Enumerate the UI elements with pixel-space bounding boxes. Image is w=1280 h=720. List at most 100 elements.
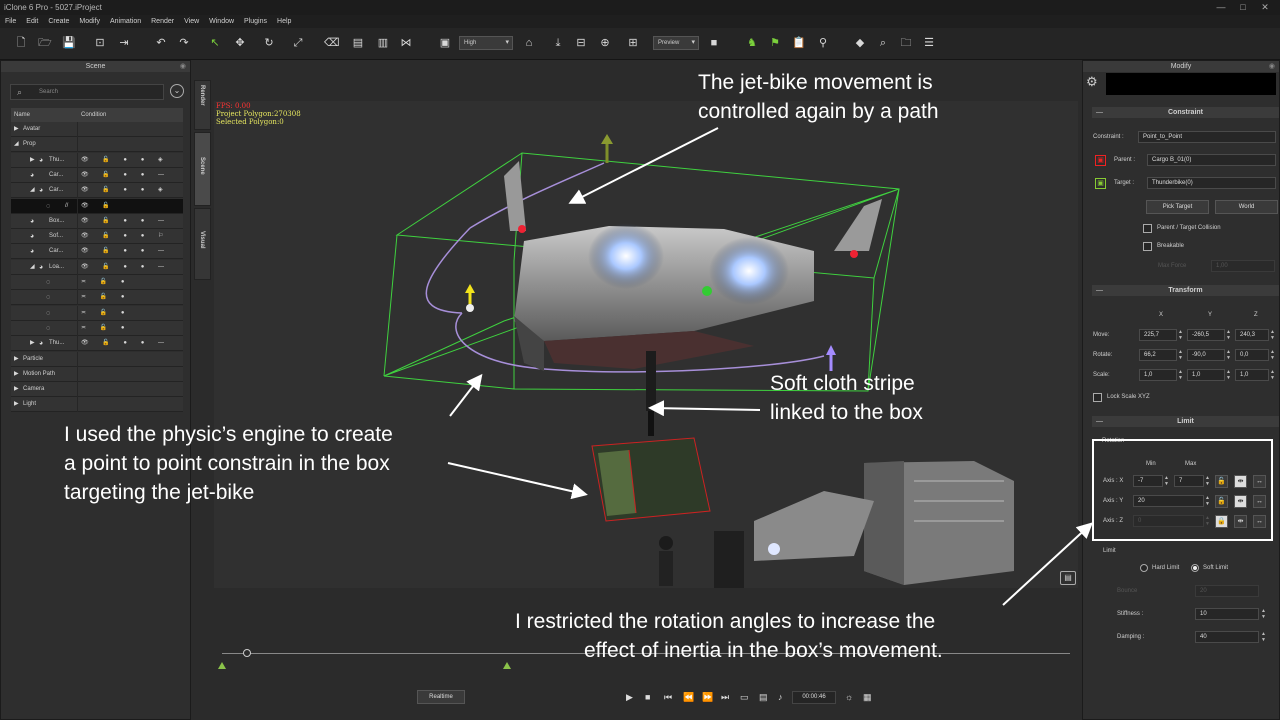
camera-down-icon[interactable]: ⤓ — [551, 36, 565, 50]
redo-icon[interactable]: ↷ — [177, 36, 191, 50]
marker-icon[interactable]: ◆ — [853, 36, 867, 50]
maximize-button[interactable]: □ — [1232, 1, 1254, 13]
expand-arrow-icon[interactable]: ▶ — [14, 352, 19, 367]
end-marker-icon[interactable] — [503, 662, 511, 669]
move-icon[interactable]: ✥ — [233, 36, 247, 50]
menu-modify[interactable]: Modify — [74, 18, 105, 25]
subtitle-icon[interactable]: ▤ — [759, 692, 768, 703]
menu-window[interactable]: Window — [204, 18, 239, 25]
menu-render[interactable]: Render — [146, 18, 179, 25]
scene-tree-row[interactable]: ◌ // 👁 🔓 — [11, 198, 183, 214]
camera-frame-icon[interactable]: ⊟ — [574, 36, 588, 50]
move-z-field[interactable]: 240,3 — [1235, 329, 1269, 341]
save-icon[interactable]: 💾 — [62, 36, 76, 50]
timeline-handle[interactable] — [243, 649, 251, 657]
bounce-field[interactable]: 20 — [1195, 585, 1259, 597]
panel-icon[interactable]: ▦ — [863, 692, 872, 703]
distribute-icon[interactable]: ▥ — [376, 36, 390, 50]
minimize-button[interactable]: — — [1210, 1, 1232, 13]
max-force-field[interactable]: 1,00 — [1211, 260, 1275, 272]
chevron-down-icon[interactable]: ⌄ — [170, 84, 184, 98]
preview-dropdown[interactable]: Preview — [653, 36, 699, 50]
scene-tree-row[interactable]: ▶ ◕ Thu... 👁 🔓 ● ● — — [11, 336, 183, 352]
sliders-icon[interactable]: ⚙ — [1086, 74, 1098, 90]
expand-arrow-icon[interactable]: ▶ — [14, 382, 19, 397]
start-marker-icon[interactable] — [218, 662, 226, 669]
condition-icons[interactable]: ≍ 🔓 ● — [81, 321, 130, 336]
video-camera-icon[interactable]: ■ — [707, 36, 721, 50]
condition-icons[interactable]: 👁 🔓 ● ● — — [81, 168, 170, 183]
move-x-field[interactable]: 225,7 — [1139, 329, 1177, 341]
sun-icon[interactable]: ☼ — [845, 692, 853, 702]
condition-icons[interactable]: ≍ 🔓 ● — [81, 275, 130, 290]
close-button[interactable]: ✕ — [1254, 1, 1276, 13]
menu-edit[interactable]: Edit — [21, 18, 43, 25]
scale-icon[interactable]: ⤢ — [291, 36, 305, 50]
transform-section-header[interactable]: — Transform — [1092, 285, 1279, 296]
breakable-checkbox[interactable] — [1143, 242, 1152, 251]
expand-arrow-icon[interactable]: ▶ — [30, 336, 35, 351]
stop-icon[interactable]: ■ — [645, 692, 650, 702]
clipboard-icon[interactable]: 📋 — [792, 36, 806, 50]
expand-arrow-icon[interactable]: ▶ — [14, 367, 19, 382]
menu-create[interactable]: Create — [43, 18, 74, 25]
export-icon[interactable]: ⇥ — [117, 36, 131, 50]
tab-visual[interactable]: Visual — [194, 208, 211, 280]
condition-icons[interactable]: 👁 🔓 — [81, 199, 116, 214]
scale-z-field[interactable]: 1,0 — [1235, 369, 1269, 381]
rotate-z-field[interactable]: 0,0 — [1235, 349, 1269, 361]
viewport-layout-icon[interactable]: ▣ — [438, 36, 452, 50]
stepper-icon[interactable]: ▲ ▼ — [1177, 329, 1184, 341]
scene-tree-row[interactable]: ▶ Camera — [11, 382, 183, 398]
home-camera-icon[interactable]: ⌂ — [522, 36, 536, 50]
constraint-type-field[interactable]: Point_to_Point — [1138, 131, 1276, 143]
expand-arrow-icon[interactable]: ◢ — [14, 137, 19, 152]
stiffness-field[interactable]: 10 — [1195, 608, 1259, 620]
stepper-icon[interactable]: ▲ ▼ — [1177, 369, 1184, 381]
pick-target-button[interactable]: Pick Target — [1146, 200, 1209, 214]
stepper-icon[interactable]: ▲ ▼ — [1260, 631, 1267, 643]
condition-icons[interactable]: 👁 🔓 ● ● — — [81, 260, 170, 275]
camera-zoom-icon[interactable]: ⊞ — [626, 36, 640, 50]
align-icon[interactable]: ▤ — [351, 36, 365, 50]
condition-icons[interactable]: 👁 🔓 ● ● ◈ — [81, 153, 169, 168]
stepper-icon[interactable]: ▲ ▼ — [1269, 349, 1276, 361]
time-display[interactable]: 00:00:46 — [792, 691, 836, 704]
scene-tree-row[interactable]: ◢ Prop — [11, 137, 183, 153]
scene-tree-row[interactable]: ◌ ≍ 🔓 ● — [11, 275, 183, 290]
scene-tree-row[interactable]: ▶ ◕ Thu... 👁 🔓 ● ● ◈ — [11, 152, 183, 168]
loop-icon[interactable]: ▭ — [740, 692, 749, 703]
scene-search-input[interactable]: ⌕ Search — [10, 84, 164, 100]
stepper-icon[interactable]: ▲ ▼ — [1225, 329, 1232, 341]
last-frame-icon[interactable]: ⏭ — [721, 692, 729, 703]
chat-icon[interactable]: ▤ — [1060, 571, 1076, 585]
condition-icons[interactable]: 👁 🔓 ● ● — — [81, 244, 170, 259]
play-icon[interactable]: ▶ — [626, 692, 633, 703]
move-y-field[interactable]: -260,5 — [1187, 329, 1225, 341]
stepper-icon[interactable]: ▲ ▼ — [1269, 329, 1276, 341]
scene-tree-row[interactable]: ◢ ◕ Car... 👁 🔓 ● ● ◈ — [11, 183, 183, 199]
link-icon[interactable]: ⚲ — [816, 36, 830, 50]
scale-y-field[interactable]: 1,0 — [1187, 369, 1225, 381]
expand-arrow-icon[interactable]: ▶ — [14, 122, 19, 137]
fast-forward-icon[interactable]: ⏩ — [702, 692, 713, 703]
soft-limit-radio[interactable] — [1191, 564, 1199, 572]
rotate-x-field[interactable]: 66,2 — [1139, 349, 1177, 361]
name-column-header[interactable]: Name — [14, 108, 30, 123]
stepper-icon[interactable]: ▲ ▼ — [1225, 349, 1232, 361]
damping-field[interactable]: 40 — [1195, 631, 1259, 643]
expand-arrow-icon[interactable]: ◢ — [30, 260, 35, 275]
menu-animation[interactable]: Animation — [105, 18, 146, 25]
scene-tree-row[interactable]: ◌ ≍ 🔓 ● — [11, 320, 183, 336]
condition-column-header[interactable]: Condition — [81, 108, 106, 123]
undo-icon[interactable]: ↶ — [154, 36, 168, 50]
scene-tree-row[interactable]: ▶ Light — [11, 397, 183, 413]
hard-limit-radio[interactable] — [1140, 564, 1148, 572]
collision-checkbox[interactable] — [1143, 224, 1152, 233]
condition-icons[interactable]: 👁 🔓 ● ● — — [81, 336, 170, 351]
scene-tree-row[interactable]: ◌ ≍ 🔓 ● — [11, 305, 183, 321]
scene-tree-row[interactable]: ▶ Particle — [11, 351, 183, 367]
flag-icon[interactable]: ⚑ — [768, 36, 782, 50]
snap-icon[interactable]: ⋈ — [399, 36, 413, 50]
target-field[interactable]: Thunderbike(0) — [1147, 177, 1276, 189]
